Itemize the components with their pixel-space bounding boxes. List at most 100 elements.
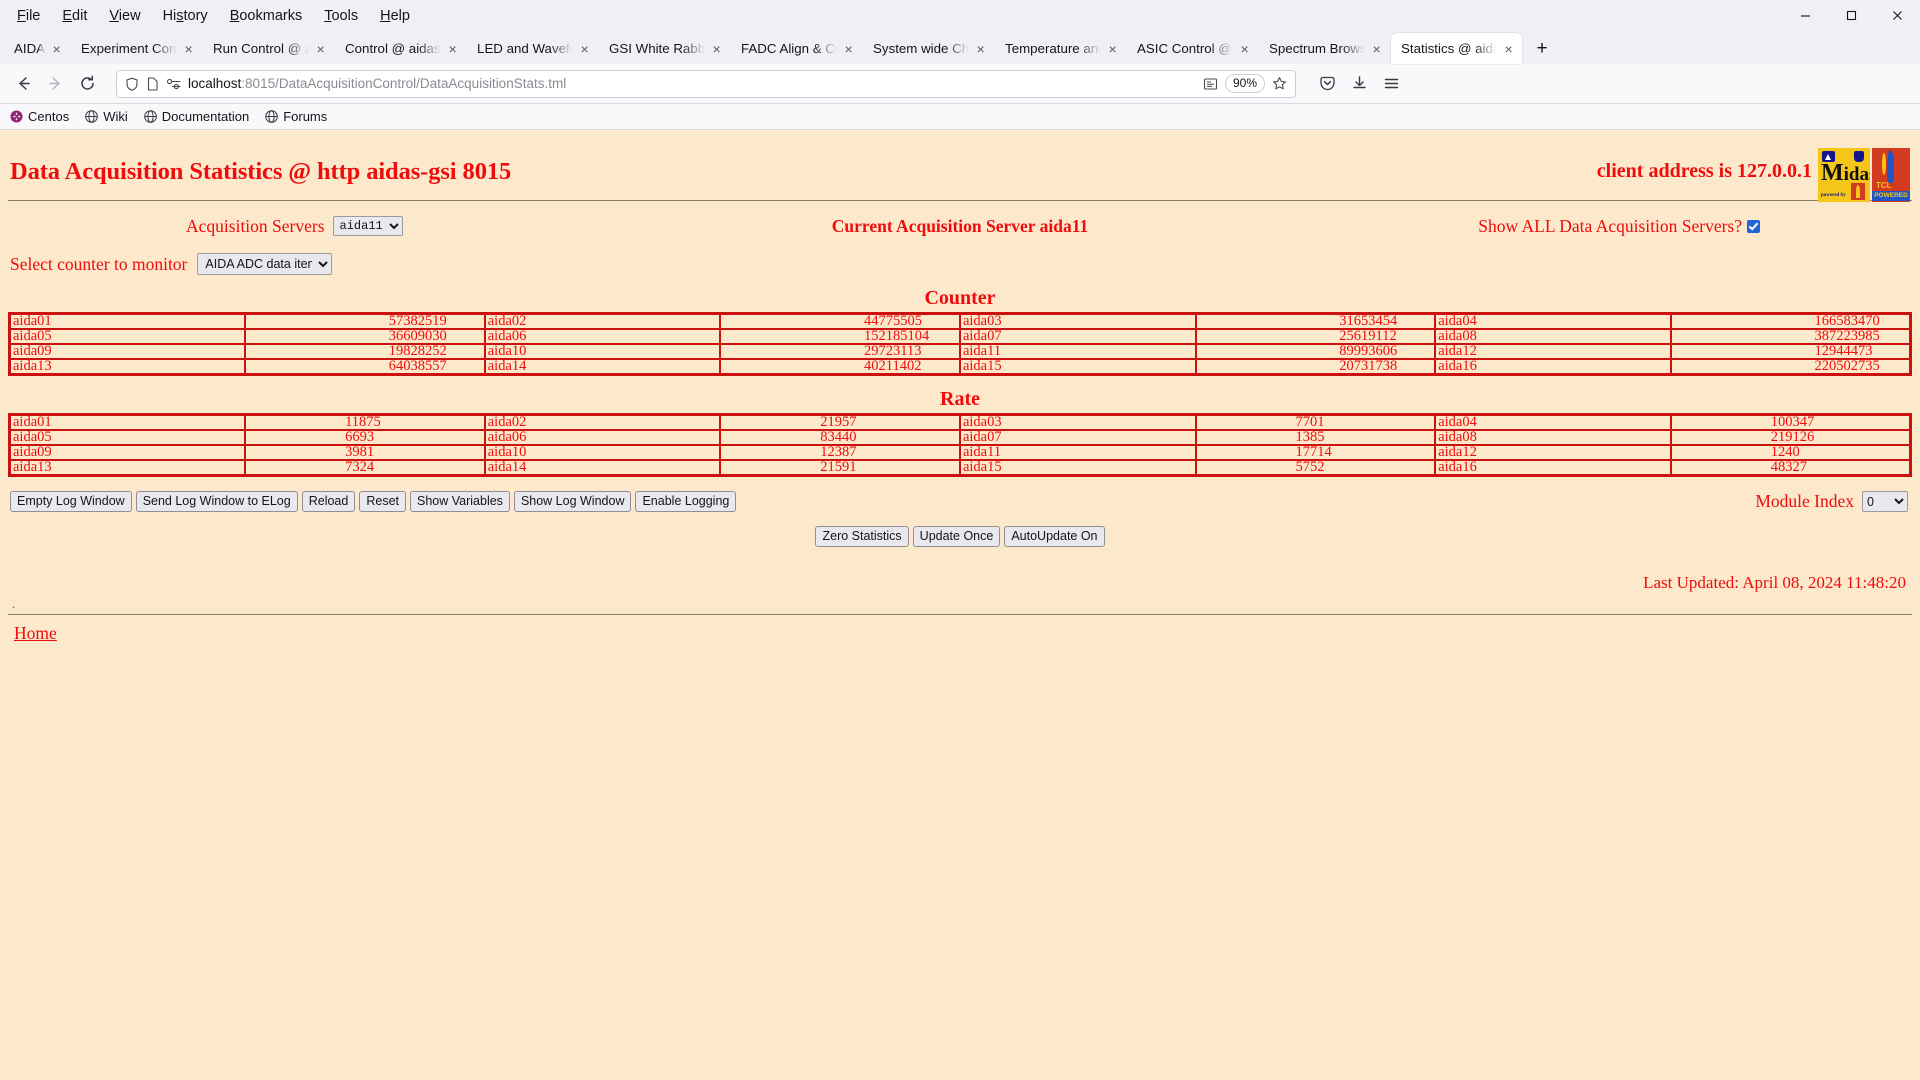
reset-button[interactable]: Reset — [359, 491, 406, 512]
menu-file[interactable]: File — [6, 5, 51, 27]
page-info-icon[interactable] — [146, 76, 159, 91]
menu-view[interactable]: View — [98, 5, 151, 27]
update-once-button[interactable]: Update Once — [912, 526, 1001, 547]
acquisition-servers-select[interactable]: aida11 — [332, 216, 403, 236]
menu-edit[interactable]: Edit — [51, 5, 98, 27]
url-path: :8015/DataAcquisitionControl/DataAcquisi… — [241, 76, 567, 91]
tab-aida[interactable]: AIDA × — [4, 33, 70, 64]
forward-button-icon[interactable] — [40, 69, 70, 99]
show-log-window-button[interactable]: Show Log Window — [513, 491, 632, 512]
server-value: 6693 — [244, 429, 486, 446]
tab-close-icon[interactable]: × — [313, 42, 328, 56]
tab-close-icon[interactable]: × — [1369, 42, 1384, 56]
server-name: aida15 — [958, 358, 1197, 376]
tab-close-icon[interactable]: × — [841, 42, 856, 56]
tab-close-icon[interactable]: × — [49, 42, 64, 56]
server-value: 11875 — [244, 413, 486, 431]
server-name: aida08 — [1434, 429, 1672, 446]
server-value: 220502735 — [1669, 358, 1912, 376]
window-controls — [1782, 0, 1920, 31]
url-bar[interactable]: localhost:8015/DataAcquisitionControl/Da… — [116, 69, 1296, 98]
bookmark-label: Documentation — [161, 109, 250, 124]
tab-close-icon[interactable]: × — [181, 42, 196, 56]
logo-group: Midas powered by TCL POWERED — [1818, 148, 1910, 202]
server-name: aida01 — [8, 413, 247, 431]
bookmark-star-icon[interactable] — [1272, 76, 1287, 91]
tab-close-icon[interactable]: × — [1501, 42, 1516, 56]
show-variables-button[interactable]: Show Variables — [410, 491, 510, 512]
downloads-icon[interactable] — [1344, 69, 1374, 99]
module-index-group: Module Index 0 — [1755, 491, 1908, 512]
tab-fadc-align[interactable]: FADC Align & Control × — [731, 33, 862, 64]
tab-statistics[interactable]: Statistics @ aidas-gsi × — [1391, 33, 1523, 64]
server-value: 1385 — [1194, 429, 1437, 446]
tab-temperature-sensors[interactable]: Temperature and sensors × — [995, 33, 1126, 64]
shield-icon[interactable] — [125, 77, 139, 91]
server-value: 100347 — [1669, 413, 1912, 431]
reload-button-icon[interactable] — [72, 69, 102, 99]
menu-help[interactable]: Help — [369, 5, 421, 27]
last-updated-text: Last Updated: April 08, 2024 11:48:20 — [1643, 573, 1906, 592]
midas-rest: idas — [1843, 164, 1870, 185]
server-value: 21957 — [719, 413, 961, 431]
server-name: aida10 — [483, 444, 722, 461]
bookmark-forums[interactable]: Forums — [265, 109, 327, 124]
bookmark-label: Wiki — [103, 109, 128, 124]
module-index-select[interactable]: 0 — [1862, 491, 1908, 512]
tab-close-icon[interactable]: × — [577, 42, 592, 56]
minimize-icon[interactable] — [1782, 0, 1828, 31]
tab-run-control[interactable]: Run Control @ aidas-gsi × — [203, 33, 334, 64]
tab-spectrum-browser[interactable]: Spectrum Browser × — [1259, 33, 1390, 64]
server-name: aida11 — [958, 444, 1197, 461]
page-title: Data Acquisition Statistics @ http aidas… — [10, 158, 512, 185]
server-name: aida12 — [1434, 343, 1672, 360]
bookmark-centos[interactable]: Centos — [10, 109, 69, 124]
back-button-icon[interactable] — [8, 69, 38, 99]
server-name: aida08 — [1434, 328, 1672, 345]
tab-close-icon[interactable]: × — [709, 42, 724, 56]
bookmark-documentation[interactable]: Documentation — [143, 109, 250, 124]
current-server-label: Current Acquisition Server aida11 — [831, 215, 1089, 236]
bookmark-wiki[interactable]: Wiki — [85, 109, 128, 124]
enable-logging-button[interactable]: Enable Logging — [635, 491, 737, 512]
maximize-icon[interactable] — [1828, 0, 1874, 31]
menu-history[interactable]: History — [152, 5, 219, 27]
statistics-buttons-row: Zero Statistics Update Once AutoUpdate O… — [8, 526, 1912, 547]
tab-led-waveform[interactable]: LED and Waveform × — [467, 33, 598, 64]
tab-close-icon[interactable]: × — [1105, 42, 1120, 56]
app-menu-icon[interactable] — [1376, 69, 1406, 99]
close-icon[interactable] — [1874, 0, 1920, 31]
tab-asic-control[interactable]: ASIC Control @ aidas × — [1127, 33, 1258, 64]
reload-button[interactable]: Reload — [301, 491, 356, 512]
client-address: client address is 127.0.0.1 — [1596, 160, 1812, 182]
pocket-icon[interactable] — [1312, 69, 1342, 99]
tab-gsi-white-rabbit[interactable]: GSI White Rabbit Time × — [599, 33, 730, 64]
tab-close-icon[interactable]: × — [973, 42, 988, 56]
home-link[interactable]: Home — [8, 623, 57, 644]
show-all-servers-checkbox[interactable] — [1747, 219, 1760, 233]
menu-bar: File Edit View History Bookmarks Tools H… — [0, 0, 1920, 31]
tab-close-icon[interactable]: × — [445, 42, 460, 56]
counter-select[interactable]: AIDA ADC data items — [197, 253, 333, 275]
tracking-protection-icon[interactable] — [166, 77, 181, 91]
tab-experiment-control[interactable]: Experiment Control × — [71, 33, 202, 64]
tab-system-wide-checks[interactable]: System wide Checks × — [863, 33, 994, 64]
menu-tools[interactable]: Tools — [313, 5, 369, 27]
midas-feather-icon — [1851, 183, 1865, 200]
empty-log-window-button[interactable]: Empty Log Window — [10, 491, 132, 512]
url-text[interactable]: localhost:8015/DataAcquisitionControl/Da… — [188, 76, 566, 91]
menu-bookmarks[interactable]: Bookmarks — [219, 5, 314, 27]
tab-control[interactable]: Control @ aidas-gsi × — [335, 33, 466, 64]
tcl-wordmark: TCL — [1876, 181, 1892, 190]
zero-statistics-button[interactable]: Zero Statistics — [815, 526, 909, 547]
server-name: aida04 — [1434, 413, 1672, 431]
zoom-level-indicator[interactable]: 90% — [1224, 74, 1265, 93]
table-row: aida13 64038557 aida14 40211402 aida15 2073… — [8, 358, 1912, 376]
tab-close-icon[interactable]: × — [1237, 42, 1252, 56]
new-tab-button[interactable]: + — [1527, 34, 1557, 64]
tab-label: GSI White Rabbit Time — [609, 41, 706, 56]
send-log-window-to-elog-button[interactable]: Send Log Window to ELog — [135, 491, 298, 512]
reader-view-icon[interactable] — [1203, 77, 1218, 91]
autoupdate-on-button[interactable]: AutoUpdate On — [1004, 526, 1105, 547]
select-counter-label: Select counter to monitor — [10, 253, 188, 274]
